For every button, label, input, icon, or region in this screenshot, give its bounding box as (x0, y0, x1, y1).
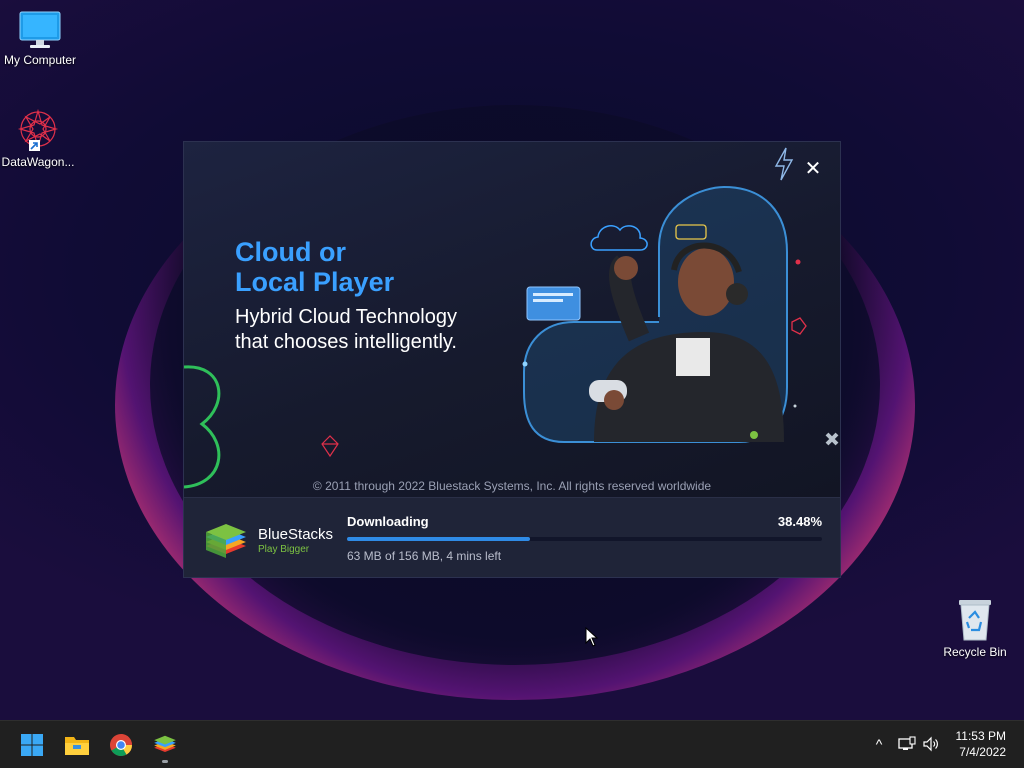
promo-banner: Cloud or Local Player Hybrid Cloud Techn… (184, 142, 840, 497)
brand-tagline: Play Bigger (258, 544, 310, 555)
clock-date: 7/4/2022 (959, 745, 1006, 759)
volume-icon (923, 736, 938, 752)
mouse-cursor-icon (585, 627, 599, 647)
subline-line-2: that chooses intelligently. (235, 331, 457, 353)
close-button[interactable]: ✕ (801, 157, 825, 181)
download-progress-fill (347, 537, 530, 541)
headline-line-2: Local Player (235, 267, 395, 297)
monitor-icon (19, 11, 61, 48)
headline-line-1: Cloud or (235, 237, 346, 267)
tray-volume[interactable] (920, 733, 942, 755)
taskbar-chrome[interactable] (103, 727, 139, 763)
tray-overflow-chevron[interactable]: ^ (868, 733, 890, 755)
network-icon (898, 736, 916, 750)
bluestacks-logo-icon (206, 524, 246, 558)
chrome-icon (110, 734, 132, 756)
promo-headline: Cloud or Local Player (235, 237, 394, 297)
bluestacks-installer-window[interactable]: Cloud or Local Player Hybrid Cloud Techn… (183, 141, 841, 578)
promo-subline: Hybrid Cloud Technology that chooses int… (235, 305, 457, 355)
taskbar-file-explorer[interactable] (59, 727, 95, 763)
desktop-icon-label: My Computer (3, 53, 77, 67)
taskbar-clock[interactable]: 11:53 PM 7/4/2022 (956, 728, 1006, 760)
datawagon-star-icon (17, 108, 59, 151)
desktop-icon-label: Recycle Bin (943, 645, 1007, 659)
active-app-indicator (162, 760, 168, 763)
desktop-icon-my-computer[interactable]: My Computer (0, 10, 80, 67)
desktop-icon-recycle-bin[interactable]: Recycle Bin (935, 598, 1015, 659)
start-icon (21, 734, 43, 756)
tray-network[interactable] (896, 733, 918, 755)
taskbar: ^ 11:53 PM 7/4/2022 (0, 720, 1024, 768)
start-button[interactable] (14, 727, 50, 763)
lightning-icon[interactable] (772, 146, 796, 182)
desktop-icon-label: DataWagon... (1, 155, 75, 169)
download-progress-bar (347, 537, 822, 541)
clock-time: 11:53 PM (955, 729, 1006, 743)
taskbar-bluestacks[interactable] (147, 727, 183, 763)
desktop-icon-datawagon[interactable]: DataWagon... (0, 108, 78, 169)
subline-line-1: Hybrid Cloud Technology (235, 306, 457, 328)
download-footer: BlueStacks Play Bigger Downloading 38.48… (184, 497, 840, 577)
recycle-bin-icon (959, 600, 991, 641)
copyright-text: © 2011 through 2022 Bluestack Systems, I… (312, 479, 712, 493)
bluestacks-icon (154, 735, 176, 753)
download-status: Downloading (347, 514, 429, 529)
download-detail: 63 MB of 156 MB, 4 mins left (347, 549, 502, 563)
download-percent: 38.48% (777, 514, 822, 529)
desktop: My Computer DataWagon... Recycle Bin Clo… (0, 0, 1024, 720)
brand-name: BlueStacks (258, 526, 334, 543)
file-explorer-icon (65, 737, 89, 755)
